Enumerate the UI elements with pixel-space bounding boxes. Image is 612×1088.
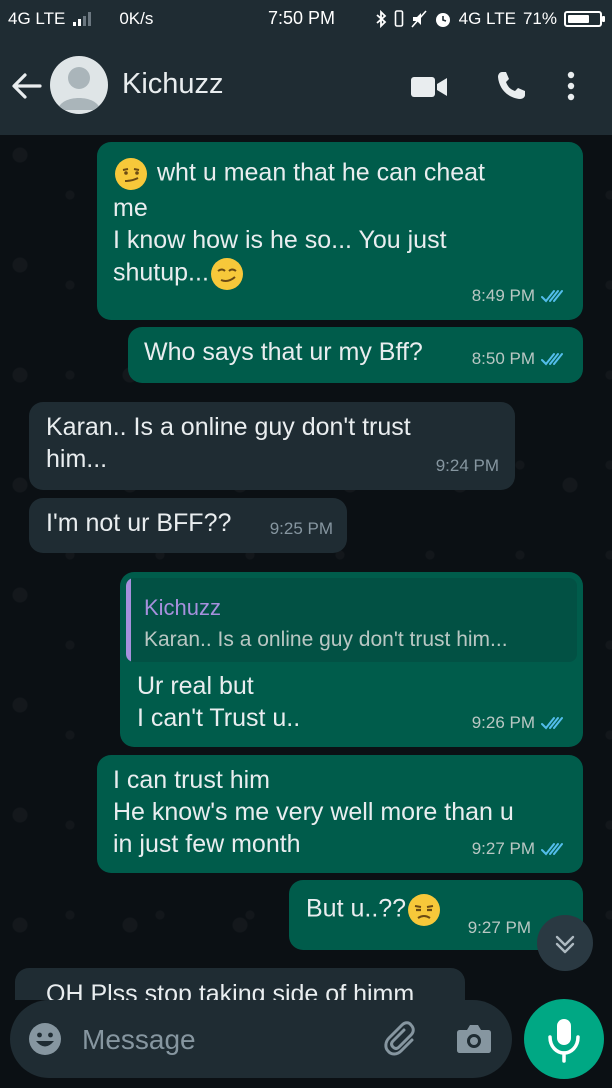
smirk-emoji-icon: [115, 158, 147, 190]
message-line: Ur real but: [137, 672, 254, 700]
message-time: 9:25 PM: [269, 519, 333, 538]
microphone-icon: [548, 1019, 580, 1063]
scroll-to-bottom-button[interactable]: [537, 915, 593, 971]
message-text: Ur real but I can't Trust u..: [137, 670, 300, 734]
message-input[interactable]: Message: [82, 1024, 196, 1056]
signal-strength-icon: [73, 12, 92, 26]
network-type-right: 4G LTE: [458, 9, 516, 28]
message-line: I can't Trust u..: [137, 704, 301, 732]
message-meta: 9:24 PM: [436, 450, 499, 482]
read-receipt-icon: [541, 843, 563, 856]
message-line-text: But u..??: [306, 894, 407, 923]
quoted-sender: Kichuzz: [144, 595, 222, 620]
battery-icon: [564, 11, 605, 27]
message-time: 9:27 PM: [467, 918, 531, 937]
status-bar: 4G LTE 0K/s 7:50 PM 4G LTE 71%: [0, 0, 612, 40]
message-text: But u..??: [306, 892, 442, 928]
data-speed: 0K/s: [119, 9, 154, 28]
status-bar-right: 4G LTE 71%: [375, 9, 605, 29]
message-meta: 9:25 PM: [270, 513, 333, 545]
message-text: I'm not ur BFF??: [46, 509, 232, 537]
message-line: Karan.. Is a online guy don't trust: [46, 413, 411, 441]
message-time: 9:26 PM: [471, 713, 535, 732]
incoming-message[interactable]: I'm not ur BFF?? 9:25 PM: [29, 498, 347, 553]
smirk-emoji-icon: [210, 258, 243, 290]
camera-icon[interactable]: [456, 1022, 492, 1054]
network-type-left: 4G LTE: [8, 9, 66, 28]
more-options-icon[interactable]: [566, 70, 576, 102]
outgoing-message[interactable]: I can trust him He know's me very well m…: [97, 755, 583, 873]
message-time: 8:50 PM: [471, 349, 535, 368]
message-line-text: wht u mean that he can cheat: [157, 158, 485, 187]
message-text: OH Plss stop taking side of himm: [46, 980, 415, 1000]
incoming-message[interactable]: OH Plss stop taking side of himm: [15, 968, 465, 1000]
voice-record-button[interactable]: [524, 999, 604, 1079]
chat-area[interactable]: wht u mean that he can cheat me I know h…: [0, 135, 612, 1000]
bluetooth-icon: [376, 10, 386, 28]
message-meta: 9:26 PM: [472, 707, 569, 739]
quote-accent-bar: [126, 578, 131, 662]
message-time: 9:24 PM: [435, 456, 499, 475]
message-meta: 8:50 PM: [472, 343, 569, 375]
incoming-message[interactable]: Karan.. Is a online guy don't trust him.…: [29, 402, 515, 490]
message-time: 9:27 PM: [471, 839, 535, 858]
clock: 7:50 PM: [268, 8, 336, 28]
avatar[interactable]: [50, 56, 108, 114]
battery-fill: [568, 15, 590, 23]
message-text: wht u mean that he can cheat me I know h…: [113, 156, 573, 292]
outgoing-message[interactable]: Who says that ur my Bff? 8:50 PM: [128, 327, 583, 383]
outgoing-message[interactable]: wht u mean that he can cheat me I know h…: [97, 142, 583, 320]
message-time: 8:49 PM: [471, 286, 535, 305]
message-line: I know how is he so... You just: [113, 226, 447, 254]
message-line-text: shutup...: [113, 258, 209, 287]
message-meta: 8:49 PM: [472, 280, 569, 312]
status-bar-left: 4G LTE 0K/s: [8, 9, 153, 29]
message-line: He know's me very well more than u: [113, 798, 514, 826]
message-text: Who says that ur my Bff?: [144, 338, 423, 366]
alarm-icon: [435, 13, 450, 27]
read-receipt-icon: [541, 353, 563, 366]
read-receipt-icon: [541, 290, 563, 303]
double-chevron-down-icon: [555, 935, 575, 954]
quoted-message[interactable]: Kichuzz Karan.. Is a online guy don't tr…: [126, 578, 577, 662]
vibrate-icon: [394, 10, 403, 27]
message-line: me: [113, 194, 148, 222]
battery-percent: 71%: [522, 9, 557, 28]
read-receipt-icon: [541, 717, 563, 730]
unamused-emoji-icon: [408, 894, 441, 926]
message-line: wht u mean that he can cheat: [113, 156, 573, 192]
attach-icon[interactable]: [382, 1020, 422, 1060]
contact-name[interactable]: Kichuzz: [122, 68, 224, 101]
back-arrow-icon[interactable]: [10, 69, 44, 103]
outgoing-reply-message[interactable]: Kichuzz Karan.. Is a online guy don't tr…: [120, 572, 583, 747]
message-meta: 9:27 PM: [472, 833, 569, 865]
default-avatar-icon: [58, 67, 100, 110]
video-call-icon[interactable]: [410, 74, 448, 100]
message-line: I can trust him: [113, 766, 270, 794]
quoted-text: Karan.. Is a online guy don't trust him.…: [144, 628, 508, 651]
mute-icon: [411, 10, 427, 28]
emoji-icon[interactable]: [28, 1022, 62, 1056]
message-composer[interactable]: Message: [10, 1000, 512, 1078]
voice-call-icon[interactable]: [495, 70, 527, 102]
message-meta: 9:27 PM: [468, 912, 531, 944]
